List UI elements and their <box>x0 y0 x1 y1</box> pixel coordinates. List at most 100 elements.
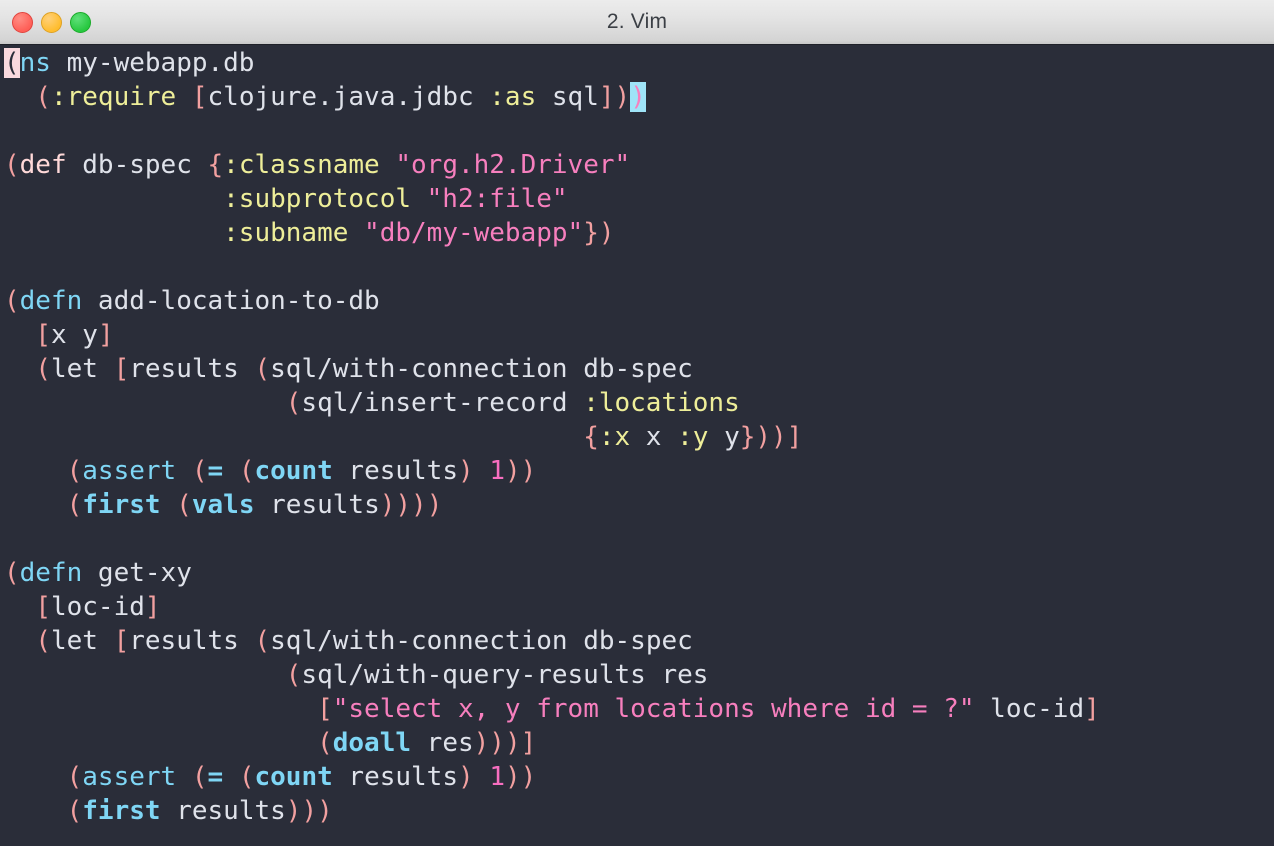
token-bracket: [ <box>317 694 333 724</box>
token-brace: } <box>739 422 756 452</box>
token-paren: ) <box>458 456 474 486</box>
token-symbol: loc-id <box>974 694 1085 724</box>
window-titlebar[interactable]: 2. Vim <box>0 0 1274 45</box>
code-line[interactable]: (sql/with-query-results res <box>0 658 1274 692</box>
token-symbol: let <box>50 626 114 656</box>
token-string: "h2:file" <box>426 184 568 214</box>
window-title: 2. Vim <box>606 10 668 33</box>
code-line[interactable] <box>0 522 1274 556</box>
code-line[interactable]: (first (vals results)))) <box>0 488 1274 522</box>
token-first: first <box>82 796 161 826</box>
token-symbol: results <box>129 626 255 656</box>
token-symbol: sql/with-query-results res <box>301 660 709 690</box>
token-paren: ( <box>66 490 83 520</box>
token-paren: ( <box>66 796 83 826</box>
close-button[interactable] <box>12 11 33 33</box>
token-vals: vals <box>191 490 255 520</box>
minimize-button[interactable] <box>41 11 62 33</box>
code-line[interactable]: ["select x, y from locations where id = … <box>0 692 1274 726</box>
window-controls <box>12 0 91 44</box>
code-line[interactable]: :subprotocol "h2:file" <box>0 182 1274 216</box>
token-symbol: results <box>129 354 255 384</box>
token-symbol: get-xy <box>82 558 192 588</box>
token-symbol: db-spec <box>66 150 208 180</box>
token-number: 1 <box>489 762 505 792</box>
code-line[interactable]: (let [results (sql/with-connection db-sp… <box>0 624 1274 658</box>
token-symbol: sql/insert-record <box>301 388 584 418</box>
token-symbol: results <box>332 456 458 486</box>
token-paren: ( <box>285 660 302 690</box>
token-bracket: ] <box>598 82 615 112</box>
code-line[interactable]: (assert (= (count results) 1)) <box>0 760 1274 794</box>
code-line[interactable]: (ns my-webapp.db <box>0 46 1274 80</box>
code-line[interactable]: {:x x :y y}))] <box>0 420 1274 454</box>
token-paren: ( <box>191 762 208 792</box>
token-symbol: results <box>254 490 380 520</box>
code-line[interactable]: (let [results (sql/with-connection db-sp… <box>0 352 1274 386</box>
token-paren: ))) <box>285 796 333 826</box>
token-paren: ) <box>614 82 631 112</box>
token-count: count <box>254 762 333 792</box>
code-line[interactable]: (assert (= (count results) 1)) <box>0 454 1274 488</box>
token-brace: } <box>583 218 599 248</box>
token-symbol: sql <box>536 82 599 112</box>
code-line[interactable] <box>0 114 1274 148</box>
code-line[interactable]: (first results))) <box>0 794 1274 828</box>
token-brace: { <box>207 150 224 180</box>
code-line[interactable]: [x y] <box>0 318 1274 352</box>
code-line[interactable]: (def db-spec {:classname "org.h2.Driver" <box>0 148 1274 182</box>
token-string: "org.h2.Driver" <box>395 150 631 180</box>
token-paren: ( <box>176 490 192 520</box>
token-count: count <box>254 456 333 486</box>
token-paren: ( <box>66 762 83 792</box>
vim-block-cursor[interactable]: ) <box>630 82 646 112</box>
code-line[interactable]: (:require [clojure.java.jdbc :as sql])) <box>0 80 1274 114</box>
code-line[interactable] <box>0 250 1274 284</box>
token-string: "db/my-webapp" <box>364 218 584 248</box>
token-symbol: results <box>332 762 458 792</box>
token-symbol: res <box>411 728 474 758</box>
token-paren: ) <box>458 762 474 792</box>
token-ns: ns <box>19 48 51 78</box>
token-symbol: clojure.java.jdbc <box>207 82 490 112</box>
token-bracket: ] <box>144 592 161 622</box>
token-keyword: :subprotocol <box>223 184 411 214</box>
token-first: first <box>82 490 161 520</box>
vim-text-buffer[interactable]: (ns my-webapp.db (:require [clojure.java… <box>0 46 1274 846</box>
token-bracket: [ <box>35 320 51 350</box>
code-line[interactable]: (doall res)))] <box>0 726 1274 760</box>
token-keyword: :y <box>677 422 709 452</box>
code-line[interactable]: :subname "db/my-webapp"}) <box>0 216 1274 250</box>
token-symbol: let <box>50 354 114 384</box>
code-line[interactable]: (defn get-xy <box>0 556 1274 590</box>
code-line[interactable]: (defn add-location-to-db <box>0 284 1274 318</box>
code-line[interactable]: [loc-id] <box>0 590 1274 624</box>
token-bracket: [ <box>113 354 130 384</box>
token-number: 1 <box>489 456 505 486</box>
token-brace: { <box>583 422 599 452</box>
token-paren: ( <box>4 150 20 180</box>
maximize-button[interactable] <box>70 11 91 33</box>
token-string: "select x, y from locations where id = ?… <box>332 694 975 724</box>
token-symbol: y <box>708 422 740 452</box>
code-line[interactable]: (sql/insert-record :locations <box>0 386 1274 420</box>
token-paren: ( <box>254 354 271 384</box>
token-symbol: x <box>630 422 678 452</box>
